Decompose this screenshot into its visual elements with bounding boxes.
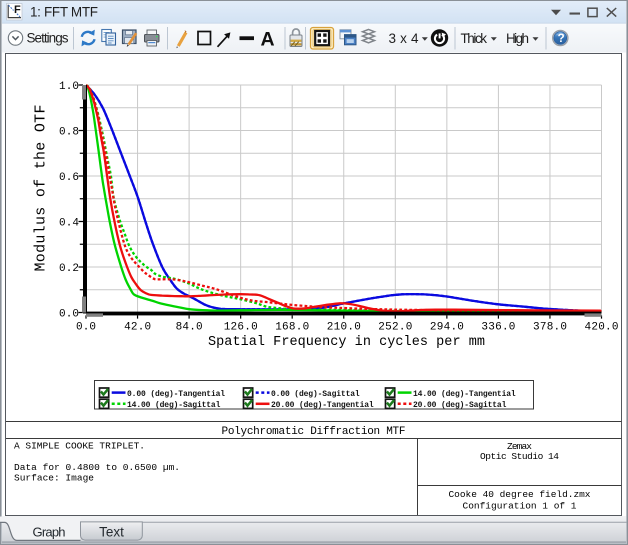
- svg-text:126.0: 126.0: [224, 322, 258, 334]
- svg-text:168.0: 168.0: [275, 322, 309, 334]
- svg-text:42.0: 42.0: [124, 322, 151, 334]
- svg-text:1: FFT MTF: 1: FFT MTF: [30, 5, 98, 20]
- svg-text:Optic Studio 14: Optic Studio 14: [480, 451, 559, 462]
- svg-text:378.0: 378.0: [533, 322, 567, 334]
- svg-text:Modulus of the OTF: Modulus of the OTF: [33, 105, 50, 272]
- svg-text:Data for 0.4800 to 0.6500 µm.: Data for 0.4800 to 0.6500 µm.: [14, 462, 180, 473]
- svg-text:0.2: 0.2: [59, 263, 79, 275]
- svg-text:Thick: Thick: [461, 31, 488, 46]
- svg-text:Cooke 40 degree field.zmx: Cooke 40 degree field.zmx: [449, 489, 591, 500]
- svg-text:1.0: 1.0: [59, 81, 79, 93]
- svg-text:0.0: 0.0: [76, 322, 96, 334]
- svg-text:336.0: 336.0: [481, 322, 515, 334]
- svg-text:0.00 (deg)-Tangential: 0.00 (deg)-Tangential: [127, 390, 225, 399]
- svg-text:F: F: [14, 4, 21, 16]
- svg-text:0.00 (deg)-Sagittal: 0.00 (deg)-Sagittal: [271, 390, 360, 399]
- svg-text:Polychromatic Diffraction MTF: Polychromatic Diffraction MTF: [222, 426, 406, 438]
- svg-text:High: High: [506, 31, 529, 46]
- svg-text:0.8: 0.8: [59, 126, 79, 138]
- svg-text:A: A: [261, 29, 275, 51]
- svg-text:20.00 (deg)-Tangential: 20.00 (deg)-Tangential: [271, 401, 374, 410]
- svg-text:84.0: 84.0: [176, 322, 203, 334]
- svg-text:210.0: 210.0: [327, 322, 361, 334]
- svg-text:252.0: 252.0: [378, 322, 412, 334]
- svg-text:20.00 (deg)-Sagittal: 20.00 (deg)-Sagittal: [413, 401, 507, 410]
- svg-text:Spatial Frequency in cycles pe: Spatial Frequency in cycles per mm: [208, 335, 485, 350]
- svg-text:0.6: 0.6: [59, 172, 79, 184]
- svg-text:?: ?: [558, 33, 565, 45]
- svg-text:Graph: Graph: [33, 525, 66, 540]
- svg-text:A SIMPLE COOKE TRIPLET.: A SIMPLE COOKE TRIPLET.: [14, 441, 145, 452]
- svg-text:14.00 (deg)-Tangential: 14.00 (deg)-Tangential: [413, 390, 516, 399]
- svg-text:Surface: Image: Surface: Image: [14, 473, 94, 484]
- svg-text:14.00 (deg)-Sagittal: 14.00 (deg)-Sagittal: [127, 401, 221, 410]
- svg-text:Text: Text: [99, 525, 124, 540]
- svg-text:Configuration 1 of 1: Configuration 1 of 1: [463, 501, 577, 512]
- svg-text:0.0: 0.0: [59, 308, 79, 320]
- svg-text:Settings: Settings: [27, 31, 69, 46]
- svg-text:294.0: 294.0: [430, 322, 464, 334]
- svg-text:3 x 4: 3 x 4: [389, 31, 419, 46]
- svg-text:0.4: 0.4: [59, 217, 79, 229]
- svg-text:420.0: 420.0: [585, 322, 619, 334]
